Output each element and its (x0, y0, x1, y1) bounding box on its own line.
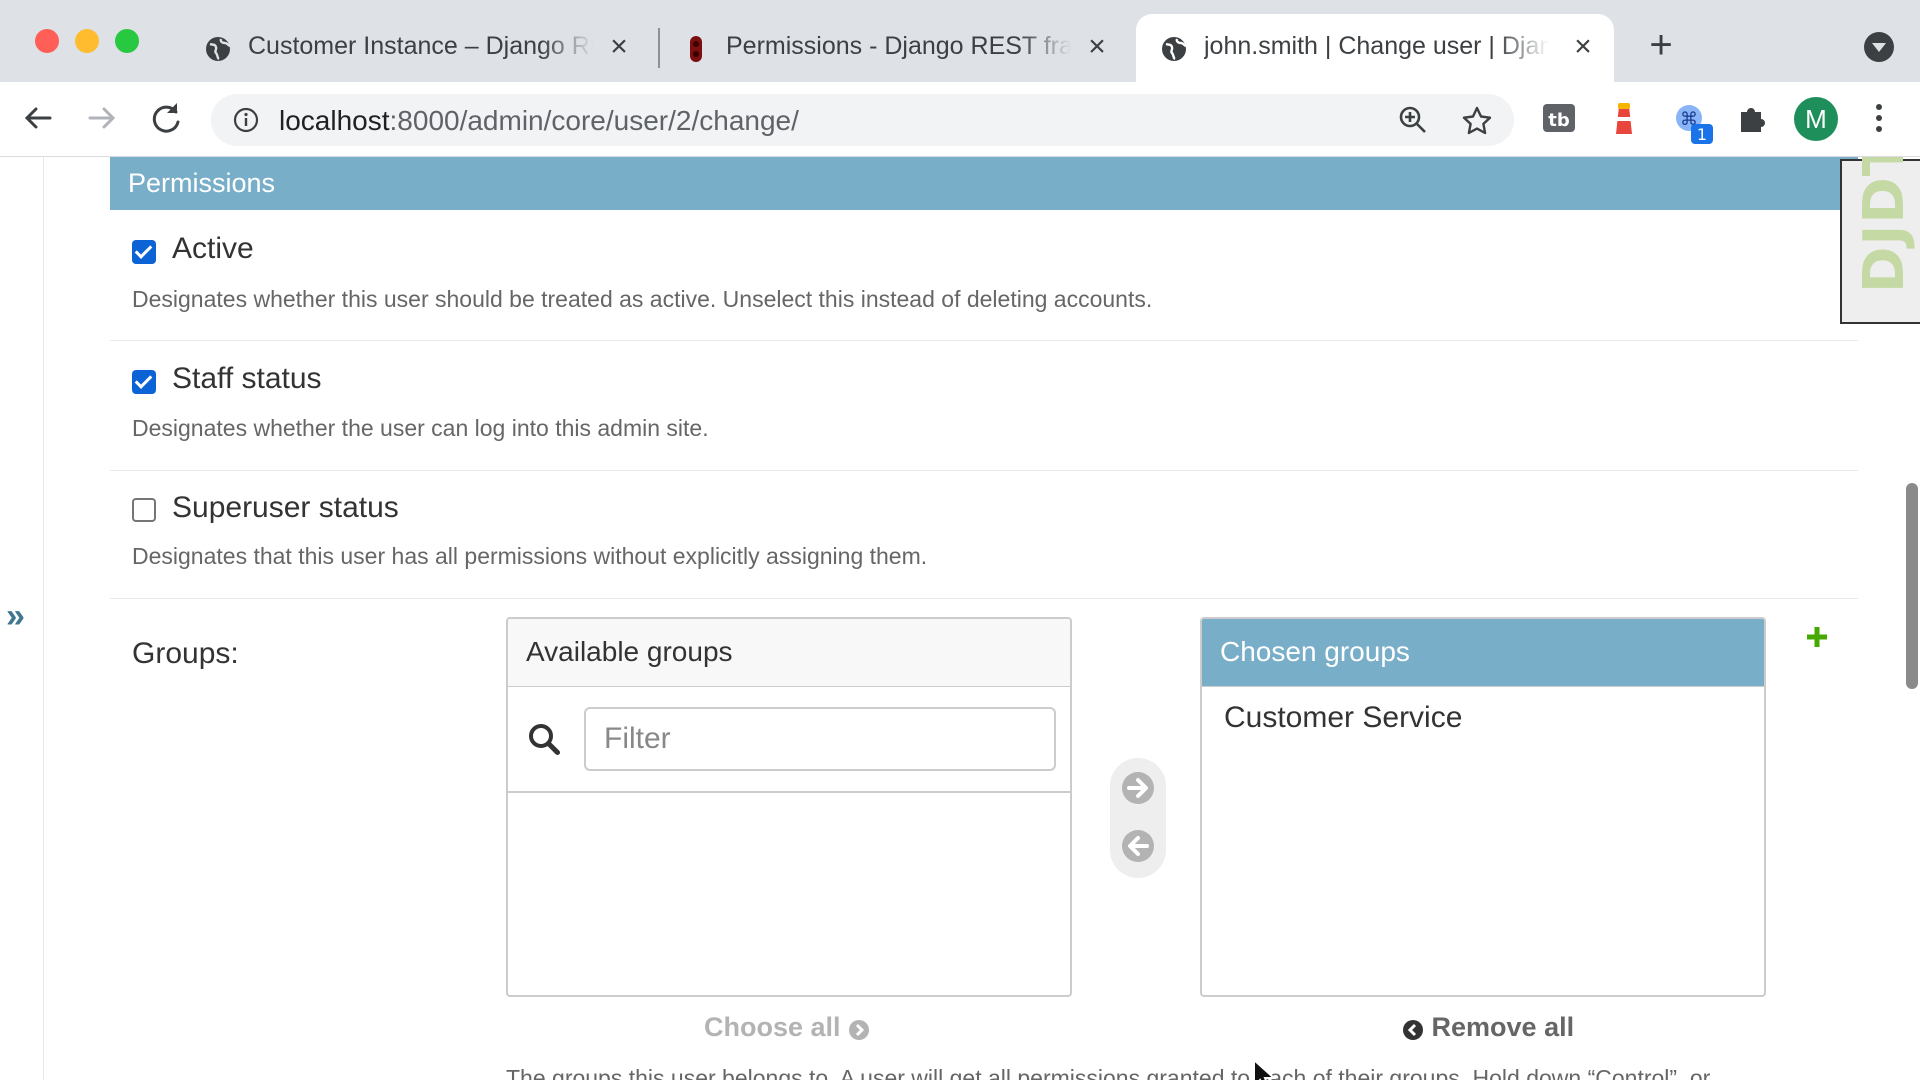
available-groups-box: Available groups (506, 617, 1072, 997)
chevron-right-circle-icon (849, 1020, 870, 1040)
drf-icon (690, 36, 702, 62)
chosen-groups-title: Chosen groups (1202, 619, 1764, 687)
choose-all-label: Choose all (704, 1012, 841, 1042)
superuser-status-help-text: Designates that this user has all permis… (132, 543, 928, 569)
tab-permissions[interactable]: Permissions - Django REST framework × (658, 14, 1128, 82)
list-item[interactable]: Customer Service (1202, 687, 1764, 749)
extensions-puzzle-icon[interactable] (1735, 100, 1771, 136)
sidebar-toggle-icon[interactable]: » (6, 597, 25, 636)
globe-icon (206, 37, 231, 61)
choose-arrow-icon[interactable] (1120, 770, 1156, 806)
tab-title: Permissions - Django REST framework (726, 32, 1071, 60)
close-tab-icon[interactable]: × (606, 32, 632, 62)
tab-search-button[interactable] (1864, 32, 1894, 62)
close-tab-icon[interactable]: × (1570, 32, 1596, 62)
bookmark-star-icon[interactable] (1461, 105, 1493, 137)
page-viewport: » Permissions Active Designates whether … (0, 157, 1920, 1080)
superuser-status-label[interactable]: Superuser status (172, 491, 399, 525)
active-help-text: Designates whether this user should be t… (132, 286, 1153, 312)
mouse-cursor-icon (1253, 1058, 1276, 1080)
staff-status-checkbox[interactable] (132, 370, 156, 394)
extension-tb-icon[interactable]: tb (1541, 100, 1577, 136)
filter-input[interactable] (584, 707, 1056, 771)
add-group-plus-icon[interactable] (1803, 623, 1831, 651)
close-tab-icon[interactable]: × (1084, 32, 1110, 62)
tab-title: john.smith | Change user | Django site a… (1204, 32, 1549, 60)
extension-badge-icon[interactable]: ⌘ 1 (1671, 100, 1715, 146)
site-info-icon[interactable] (233, 107, 259, 133)
field-row-active: Active Designates whether this user shou… (110, 210, 1858, 341)
choose-all-link[interactable]: Choose all (704, 1012, 870, 1043)
available-groups-list[interactable] (508, 793, 1070, 993)
lighthouse-icon[interactable] (1606, 100, 1642, 136)
debug-toolbar-handle[interactable]: DJDT (1840, 157, 1920, 324)
window-close-button[interactable] (35, 29, 59, 53)
window-maximize-button[interactable] (115, 29, 139, 53)
back-arrow-icon[interactable] (18, 98, 58, 138)
reload-icon[interactable] (146, 98, 186, 138)
groups-label: Groups: (132, 637, 239, 670)
selector-mover (1110, 758, 1166, 878)
new-tab-button[interactable]: + (1643, 25, 1679, 65)
browser-menu-icon[interactable] (1866, 100, 1892, 136)
staff-status-help-text: Designates whether the user can log into… (132, 415, 709, 441)
chosen-groups-list[interactable]: Customer Service (1202, 687, 1764, 749)
active-label[interactable]: Active (172, 232, 254, 266)
active-checkbox[interactable] (132, 240, 156, 264)
field-row-staff: Staff status Designates whether the user… (110, 340, 1858, 471)
globe-icon (1162, 37, 1187, 61)
zoom-icon[interactable] (1398, 105, 1428, 135)
tab-title: Customer Instance – Django REST framewor… (248, 32, 593, 60)
search-icon (529, 724, 560, 755)
filter-row (508, 687, 1070, 793)
chosen-groups-box: Chosen groups Customer Service (1200, 617, 1766, 997)
field-row-superuser: Superuser status Designates that this us… (110, 470, 1858, 599)
profile-avatar[interactable]: M (1794, 97, 1838, 141)
forward-arrow-icon[interactable] (82, 98, 122, 138)
url-text: localhost:8000/admin/core/user/2/change/ (279, 105, 799, 136)
available-groups-title: Available groups (508, 619, 1070, 687)
svg-text:tb: tb (1548, 110, 1570, 131)
groups-help-text: The groups this user belongs to. A user … (506, 1065, 1711, 1080)
debug-toolbar-label: DJDT (1852, 157, 1917, 293)
tab-change-user[interactable]: john.smith | Change user | Django site a… (1136, 14, 1614, 82)
tab-strip: Customer Instance – Django REST framewor… (0, 0, 1920, 82)
fieldset-title: Permissions (110, 157, 1858, 210)
chevron-left-circle-icon (1403, 1020, 1423, 1040)
remove-all-label: Remove all (1431, 1012, 1575, 1042)
nav-sidebar-collapsed: » (0, 157, 44, 1080)
tab-customer-instance[interactable]: Customer Instance – Django REST framewor… (180, 14, 650, 82)
staff-status-label[interactable]: Staff status (172, 362, 322, 396)
remove-all-link[interactable]: Remove all (1402, 1012, 1574, 1043)
superuser-status-checkbox[interactable] (132, 498, 156, 522)
remove-arrow-icon[interactable] (1120, 828, 1156, 864)
page-scrollbar[interactable] (1906, 483, 1918, 689)
window-minimize-button[interactable] (75, 29, 99, 53)
svg-text:1: 1 (1697, 125, 1707, 144)
address-bar[interactable]: localhost:8000/admin/core/user/2/change/ (211, 94, 1514, 146)
